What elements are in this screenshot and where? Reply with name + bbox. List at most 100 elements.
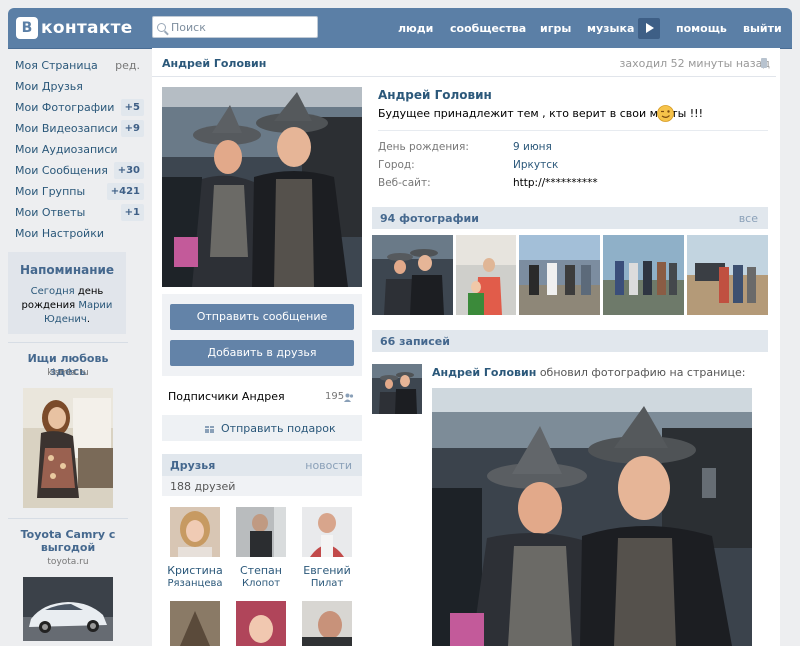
birthday-label: День рождения: — [378, 141, 469, 153]
sidebar-item-videos[interactable]: Мои Видеозаписи +9 — [8, 118, 144, 139]
sidebar-item-friends[interactable]: Мои Друзья — [8, 76, 144, 97]
count-badge: +1 — [120, 204, 144, 221]
people-icon — [344, 392, 354, 402]
sidebar-item-settings[interactable]: Мои Настройки — [8, 223, 144, 244]
profile-avatar[interactable] — [162, 87, 362, 287]
nav-games[interactable]: игры — [540, 17, 571, 39]
sidebar-item-label: Мои Видеозаписи — [15, 122, 118, 135]
ad-title[interactable]: Toyota Camry с выгодой — [8, 528, 128, 554]
friend-avatar[interactable] — [302, 601, 352, 646]
sidebar-item-label: Мои Группы — [15, 185, 86, 198]
vk-logo-icon: В — [16, 17, 38, 39]
website-label: Веб-сайт: — [378, 177, 431, 189]
reminder-name-last[interactable]: Юденич — [44, 314, 87, 325]
sidebar-item-answers[interactable]: Мои Ответы +1 — [8, 202, 144, 223]
birthday-value[interactable]: 9 июня — [513, 141, 552, 153]
friend-avatar[interactable] — [170, 601, 220, 646]
sidebar-item-label: Мои Сообщения — [15, 164, 108, 177]
sidebar-item-label: Мои Аудиозаписи — [15, 143, 118, 156]
search-input[interactable]: Поиск — [152, 16, 318, 38]
friend-first-name[interactable]: Евгений — [292, 564, 362, 577]
subscribers-row[interactable]: Подписчики Андрея 195 — [162, 386, 362, 406]
friend-first-name[interactable]: Степан — [226, 564, 296, 577]
friend-last-name[interactable]: Клопот — [226, 578, 296, 589]
reminder-word-day: день — [77, 286, 104, 297]
send-gift-label: Отправить подарок — [221, 422, 336, 435]
sidebar-item-messages[interactable]: Мои Сообщения +30 — [8, 160, 144, 181]
sidebar-item-label: Мои Фотографии — [15, 101, 115, 114]
profile-header-name: Андрей Головин — [162, 57, 267, 70]
edit-link[interactable]: ред. — [115, 59, 140, 72]
sidebar-item-label: Мои Друзья — [15, 80, 83, 93]
sidebar-item-groups[interactable]: Мои Группы +421 — [8, 181, 144, 202]
nav-music[interactable]: музыка — [587, 17, 634, 39]
post-header: Андрей Головин обновил фотографию на стр… — [432, 366, 745, 379]
friend-avatar[interactable] — [302, 507, 352, 557]
friends-section-header[interactable]: Друзья новости — [162, 454, 362, 476]
vk-logo[interactable]: В контакте — [16, 17, 133, 39]
subscribers-count: 195 — [325, 391, 345, 402]
sidebar-item-photos[interactable]: Мои Фотографии +5 — [8, 97, 144, 118]
friends-count: 188 друзей — [170, 480, 236, 493]
reminder-title: Напоминание — [19, 263, 115, 277]
photo-thumbnail[interactable] — [687, 235, 768, 315]
sidebar-item-my-page[interactable]: Моя Страница ред. — [8, 55, 144, 76]
website-value[interactable]: http://********** — [513, 177, 598, 189]
search-placeholder: Поиск — [171, 20, 206, 34]
city-label: Город: — [378, 159, 415, 171]
reminder-name-first[interactable]: Марии — [78, 300, 112, 311]
send-gift-button[interactable]: Отправить подарок — [162, 415, 362, 441]
city-value[interactable]: Иркутск — [513, 159, 558, 171]
post-photo[interactable] — [432, 388, 752, 646]
reminder-today-link[interactable]: Сегодня — [31, 286, 75, 297]
nav-communities[interactable]: сообщества — [450, 17, 526, 39]
reminder-dot: . — [86, 314, 90, 325]
photos-section-header[interactable]: 94 фотографии все — [372, 207, 768, 229]
count-badge: +5 — [120, 99, 144, 116]
post-author-avatar[interactable] — [372, 364, 422, 414]
count-badge: +9 — [120, 120, 144, 137]
friends-news-link[interactable]: новости — [305, 459, 352, 472]
post-author-name[interactable]: Андрей Головин — [432, 366, 536, 379]
friend-last-name[interactable]: Рязанцева — [160, 578, 230, 589]
friend-avatar[interactable] — [236, 601, 286, 646]
reminder-word-birthday: рождения — [21, 300, 76, 311]
send-message-button[interactable]: Отправить сообщение — [170, 304, 354, 330]
sidebar-item-audio[interactable]: Мои Аудиозаписи — [8, 139, 144, 160]
photo-thumbnail[interactable] — [519, 235, 600, 315]
friend-last-name[interactable]: Пилат — [292, 578, 362, 589]
ad-image-woman[interactable] — [23, 388, 113, 508]
nav-logout[interactable]: выйти — [743, 17, 782, 39]
friend-avatar[interactable] — [170, 507, 220, 557]
reminder-text: Сегодня день рождения Марии Юденич. — [10, 285, 124, 327]
ad-image-car[interactable] — [23, 577, 113, 641]
friends-title: Друзья — [170, 459, 216, 472]
photo-thumbnail[interactable] — [603, 235, 684, 315]
posts-section-header[interactable]: 66 записей — [372, 330, 768, 352]
play-icon[interactable] — [638, 18, 660, 39]
photo-thumbnail[interactable] — [372, 235, 453, 315]
friend-first-name[interactable]: Кристина — [160, 564, 230, 577]
friends-count-bar: 188 друзей — [162, 476, 362, 496]
nav-help[interactable]: помощь — [676, 17, 727, 39]
count-badge: +421 — [106, 183, 144, 200]
birthday-reminder: Напоминание Сегодня день рождения Марии … — [8, 252, 126, 334]
mobile-icon — [761, 58, 767, 68]
vk-logo-text: контакте — [41, 18, 133, 38]
friend-avatar[interactable] — [236, 507, 286, 557]
nav-people[interactable]: люди — [398, 17, 433, 39]
photos-all-link[interactable]: все — [739, 212, 758, 225]
profile-status[interactable]: Будущее принадлежит тем , кто верит в св… — [378, 107, 703, 120]
count-badge: +30 — [113, 162, 144, 179]
subscribers-label: Подписчики Андрея — [168, 390, 285, 403]
gift-icon — [205, 423, 214, 433]
add-friend-button[interactable]: Добавить в друзья — [170, 340, 354, 366]
photo-thumbnail[interactable] — [456, 235, 516, 315]
post-action: обновил фотографию на странице: — [539, 366, 746, 379]
last-seen: заходил 52 минуты назад — [619, 57, 770, 70]
ad-domain: toyota.ru — [47, 557, 89, 567]
profile-name: Андрей Головин — [378, 88, 492, 102]
wink-emoji-icon — [657, 105, 674, 122]
posts-title: 66 записей — [380, 335, 450, 348]
search-icon — [157, 22, 166, 32]
